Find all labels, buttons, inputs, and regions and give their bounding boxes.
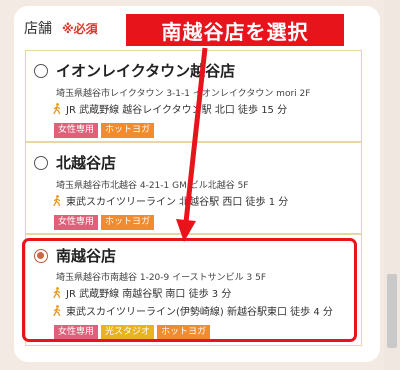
store-address: 埼玉県越谷市南越谷 1-20-9 イーストサンビル 3 5F	[56, 273, 267, 283]
walking-person-icon	[53, 287, 61, 298]
tag-women-only: 女性専用	[54, 123, 99, 138]
store-name: 北越谷店	[56, 154, 117, 172]
walking-person-icon	[53, 103, 61, 114]
access-text: 東武スカイツリーライン 北越谷駅 西口 徒歩 1 分	[66, 197, 289, 208]
tag-hot-yoga: ホットヨガ	[101, 123, 155, 138]
radio-button[interactable]	[34, 156, 48, 170]
store-access: 東武スカイツリーライン 北越谷駅 西口 徒歩 1 分	[52, 193, 288, 208]
store-option-minamikoshigaya[interactable]: 南越谷店 埼玉県越谷市南越谷 1-20-9 イーストサンビル 3 5F JR 武…	[25, 234, 362, 346]
required-label: ※必須	[62, 22, 98, 36]
scrollbar[interactable]	[384, 0, 400, 370]
scrollbar-thumb[interactable]	[387, 274, 397, 348]
store-name: イオンレイクタウン越谷店	[56, 62, 236, 80]
tag-women-only: 女性専用	[54, 325, 99, 340]
tag-hot-yoga: ホットヨガ	[101, 215, 155, 230]
store-tags: 女性専用 光スタジオ ホットヨガ	[54, 325, 211, 340]
walking-person-icon	[53, 195, 61, 206]
store-option-kitakoshigaya[interactable]: 北越谷店 埼玉県越谷市北越谷 4-21-1 GM ビル北越谷 5F 東武スカイツ…	[25, 142, 362, 234]
store-tags: 女性専用 ホットヨガ	[54, 215, 155, 230]
field-label: 店舗	[24, 21, 52, 37]
tag-light-studio: 光スタジオ	[101, 325, 155, 340]
store-access: JR 武蔵野線 越谷レイクタウン駅 北口 徒歩 15 分	[52, 101, 287, 116]
store-tags: 女性専用 ホットヨガ	[54, 123, 155, 138]
store-access: JR 武蔵野線 南越谷駅 南口 徒歩 3 分	[52, 285, 231, 300]
tag-hot-yoga: ホットヨガ	[157, 325, 211, 340]
access-text: 東武スカイツリーライン(伊勢崎線) 新越谷駅東口 徒歩 4 分	[66, 307, 333, 318]
access-text: JR 武蔵野線 越谷レイクタウン駅 北口 徒歩 15 分	[66, 105, 288, 116]
store-address: 埼玉県越谷市北越谷 4-21-1 GM ビル北越谷 5F	[56, 181, 249, 191]
store-name: 南越谷店	[56, 247, 117, 265]
radio-button[interactable]	[34, 64, 48, 78]
annotation-label: 南越谷店を選択	[126, 14, 344, 46]
tag-women-only: 女性専用	[54, 215, 99, 230]
store-option-aeon-laketown[interactable]: イオンレイクタウン越谷店 埼玉県越谷市レイクタウン 3-1-1 イオンレイクタウ…	[25, 50, 362, 142]
store-access: 東武スカイツリーライン(伊勢崎線) 新越谷駅東口 徒歩 4 分	[52, 303, 333, 318]
store-address: 埼玉県越谷市レイクタウン 3-1-1 イオンレイクタウン mori 2F	[56, 89, 311, 99]
radio-button-selected[interactable]	[34, 249, 48, 263]
access-text: JR 武蔵野線 南越谷駅 南口 徒歩 3 分	[66, 289, 232, 300]
walking-person-icon	[53, 305, 61, 316]
